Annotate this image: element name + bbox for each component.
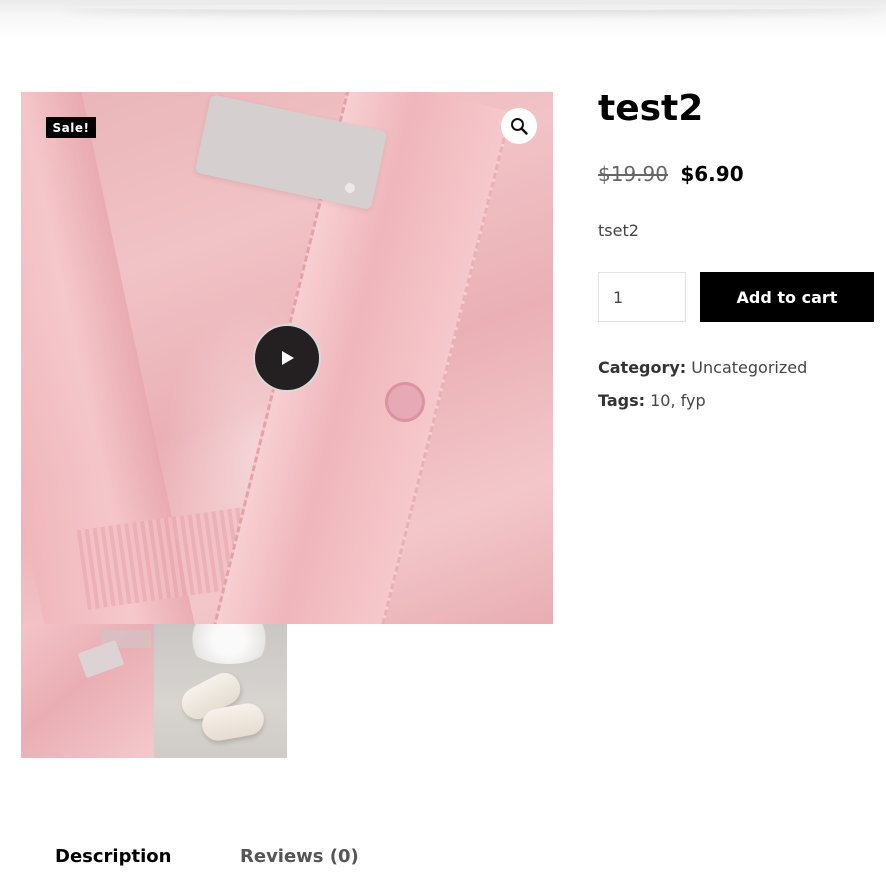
- price-row: $19.90 $6.90: [598, 162, 744, 186]
- tag-separator: ,: [670, 391, 681, 410]
- magnifier-icon: [511, 118, 528, 135]
- category-link[interactable]: Uncategorized: [691, 358, 807, 377]
- product-category: Category: Uncategorized: [598, 358, 807, 377]
- gallery-thumbnail-shirt[interactable]: [21, 624, 154, 758]
- gallery-thumbnail-shoes[interactable]: [154, 624, 287, 758]
- image-shirt-button: [385, 382, 425, 422]
- regular-price: $19.90: [598, 162, 668, 186]
- product-title: test2: [598, 88, 704, 129]
- tags-label: Tags:: [598, 391, 646, 410]
- zoom-button[interactable]: [501, 108, 537, 144]
- thumb-fluffy-object: [184, 624, 274, 664]
- header-shadow: [0, 0, 886, 40]
- tag-link[interactable]: 10: [650, 391, 670, 410]
- add-to-cart-button[interactable]: Add to cart: [700, 272, 874, 322]
- thumb-garment-tag: [77, 639, 125, 679]
- tab-reviews[interactable]: Reviews (0): [240, 846, 359, 867]
- tag-link[interactable]: fyp: [681, 391, 706, 410]
- quantity-input[interactable]: [598, 272, 686, 322]
- video-play-button[interactable]: [253, 324, 321, 392]
- short-description: tset2: [598, 221, 639, 240]
- play-icon: [282, 351, 294, 365]
- sale-badge: Sale!: [46, 117, 96, 138]
- product-tags: Tags: 10, fyp: [598, 391, 706, 410]
- sale-price: $6.90: [680, 162, 744, 186]
- category-label: Category:: [598, 358, 687, 377]
- tab-description[interactable]: Description: [55, 846, 171, 867]
